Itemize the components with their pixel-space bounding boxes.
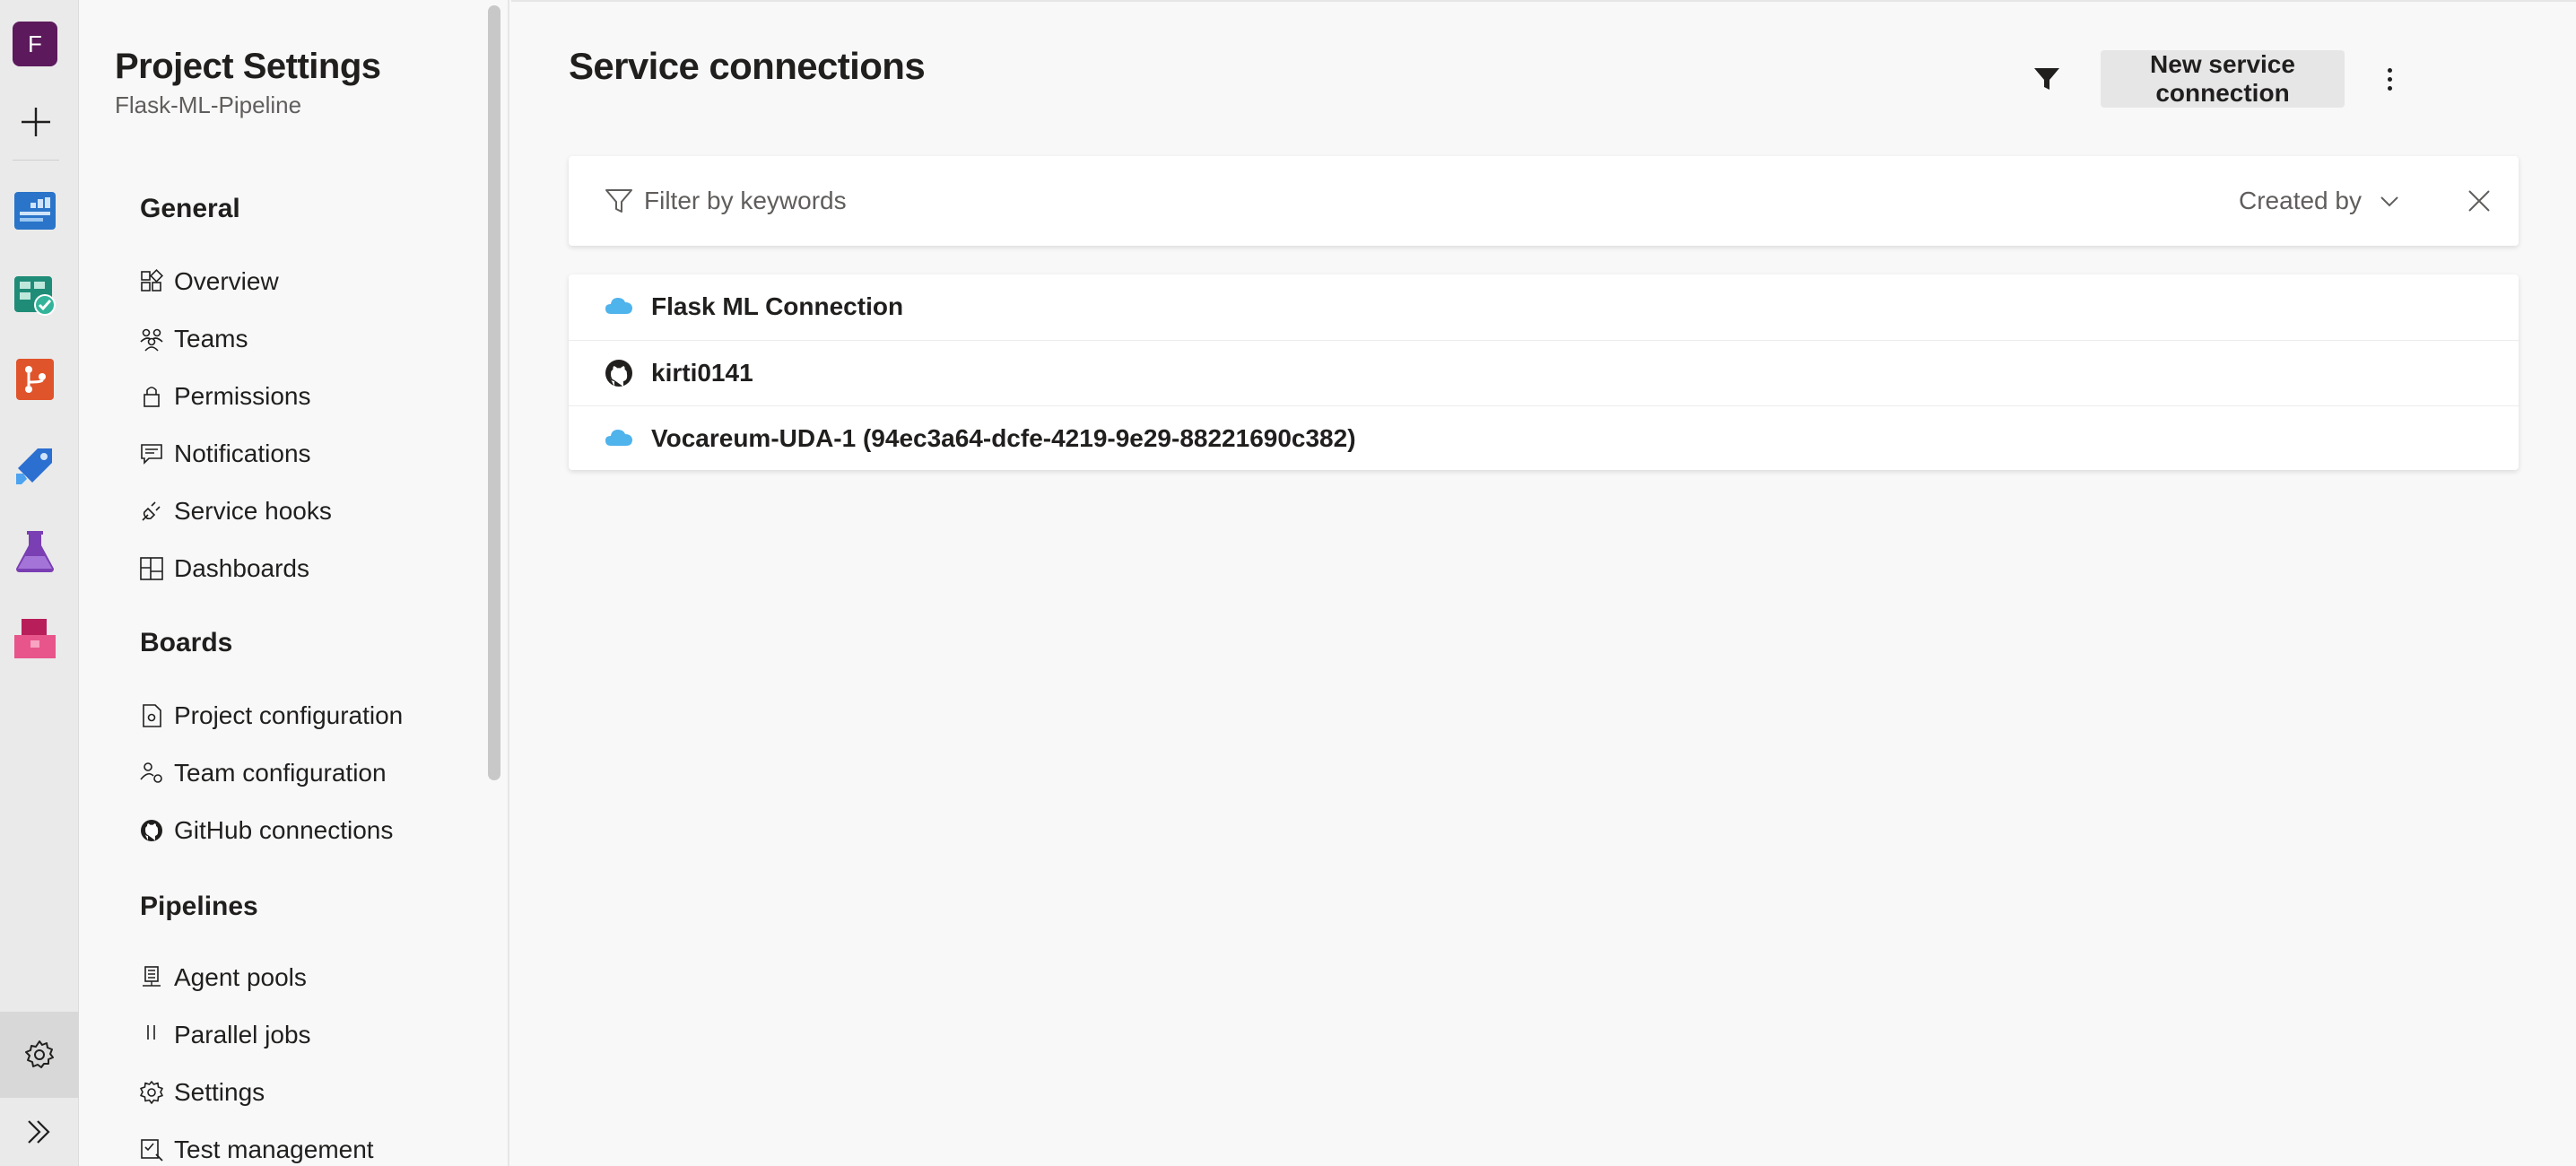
nav-item-test-management[interactable]: Test management (138, 1128, 374, 1166)
chat-icon (141, 444, 162, 465)
page-heading: Service connections (569, 45, 926, 87)
section-general: General (140, 194, 240, 223)
service-connections-list: Flask ML Connection kirti0141 Vocareum-U… (569, 274, 2519, 470)
lock-icon (144, 387, 160, 407)
add-icon[interactable] (18, 104, 54, 140)
keyword-filter-input[interactable] (644, 179, 1541, 222)
chevron-down-icon (2380, 196, 2398, 207)
nav-item-label: GitHub connections (174, 816, 394, 844)
github-icon (605, 360, 632, 387)
nav-item-teams[interactable]: Teams (138, 318, 248, 361)
expand-rail-button[interactable] (0, 1098, 79, 1166)
page-title: Project Settings (115, 47, 381, 86)
artifacts-app-icon[interactable] (13, 615, 57, 660)
team-gear-icon (140, 762, 162, 783)
created-by-label: Created by (2239, 187, 2362, 214)
main-content: Service connections New service connecti… (511, 0, 2576, 1166)
nav-item-label: Permissions (174, 382, 311, 410)
test-plans-app-icon[interactable] (13, 529, 57, 574)
nav-item-label: Team configuration (174, 759, 387, 787)
nav-item-label: Parallel jobs (174, 1021, 311, 1049)
connection-name: kirti0141 (651, 359, 753, 387)
nav-item-label: Project configuration (174, 701, 404, 729)
expand-chevrons-icon (28, 1120, 50, 1144)
nav-item-team-configuration[interactable]: Team configuration (138, 752, 387, 795)
gear-icon (25, 1040, 54, 1068)
nav-item-label: Teams (174, 325, 248, 352)
agent-icon (143, 966, 161, 987)
nav-item-label: Agent pools (174, 963, 307, 991)
nav-item-project-configuration[interactable]: Project configuration (138, 694, 403, 737)
connection-row[interactable]: Vocareum-UDA-1 (94ec3a64-dcfe-4219-9e29-… (569, 405, 2519, 470)
pipelines-app-icon[interactable] (13, 443, 57, 488)
connection-name: Vocareum-UDA-1 (94ec3a64-dcfe-4219-9e29-… (651, 424, 1356, 452)
nav-item-permissions[interactable]: Permissions (138, 375, 310, 418)
gear-icon (140, 1081, 163, 1104)
github-icon (141, 820, 162, 841)
nav-item-label: Overview (174, 267, 279, 295)
overview-icon (141, 269, 163, 292)
repos-app-icon[interactable] (13, 357, 57, 402)
dashboard-icon (140, 557, 163, 580)
plug-icon (142, 501, 161, 521)
nav-item-agent-pools[interactable]: Agent pools (138, 956, 307, 999)
settings-rail-button[interactable] (0, 1012, 79, 1098)
parallel-icon (147, 1025, 155, 1040)
connection-name: Flask ML Connection (651, 292, 904, 320)
nav-divider (508, 0, 509, 1166)
close-icon[interactable] (2463, 185, 2495, 217)
section-boards: Boards (140, 628, 233, 657)
filter-icon (605, 189, 632, 213)
nav-item-parallel-jobs[interactable]: Parallel jobs (138, 1014, 311, 1057)
nav-item-overview[interactable]: Overview (138, 260, 279, 303)
azure-cloud-icon (605, 298, 632, 314)
app-rail: F (0, 0, 79, 1166)
nav-item-service-hooks[interactable]: Service hooks (138, 490, 332, 533)
nav-scrollbar[interactable] (488, 5, 500, 780)
more-options-icon[interactable] (2371, 59, 2407, 99)
nav-item-github-connections[interactable]: GitHub connections (138, 809, 393, 852)
overview-app-icon[interactable] (13, 188, 57, 233)
section-pipelines: Pipelines (140, 892, 258, 921)
top-border (511, 0, 2576, 2)
connection-row[interactable]: kirti0141 (569, 340, 2519, 405)
azure-cloud-icon (605, 430, 632, 446)
nav-item-label: Notifications (174, 439, 311, 467)
filter-bar: Created by (569, 156, 2519, 246)
boards-app-icon[interactable] (13, 273, 57, 318)
nav-item-settings[interactable]: Settings (138, 1071, 265, 1114)
settings-nav: Project Settings Flask-ML-Pipeline Gener… (79, 0, 509, 1166)
nav-item-label: Service hooks (174, 497, 332, 525)
new-service-connection-button[interactable]: New service connection (2101, 50, 2345, 108)
nav-item-label: Dashboards (174, 554, 309, 582)
nav-item-label: Settings (174, 1078, 265, 1106)
teams-icon (140, 328, 163, 352)
connection-row[interactable]: Flask ML Connection (569, 274, 2519, 339)
rail-divider (13, 160, 59, 161)
document-gear-icon (143, 704, 161, 727)
created-by-dropdown[interactable]: Created by (2239, 179, 2401, 222)
organization-avatar[interactable]: F (13, 22, 57, 66)
nav-item-dashboards[interactable]: Dashboards (138, 547, 309, 590)
nav-item-label: Test management (174, 1136, 374, 1163)
project-name[interactable]: Flask-ML-Pipeline (115, 91, 301, 119)
filter-toggle-icon[interactable] (2031, 63, 2063, 95)
nav-item-notifications[interactable]: Notifications (138, 432, 311, 475)
test-icon (141, 1139, 163, 1162)
